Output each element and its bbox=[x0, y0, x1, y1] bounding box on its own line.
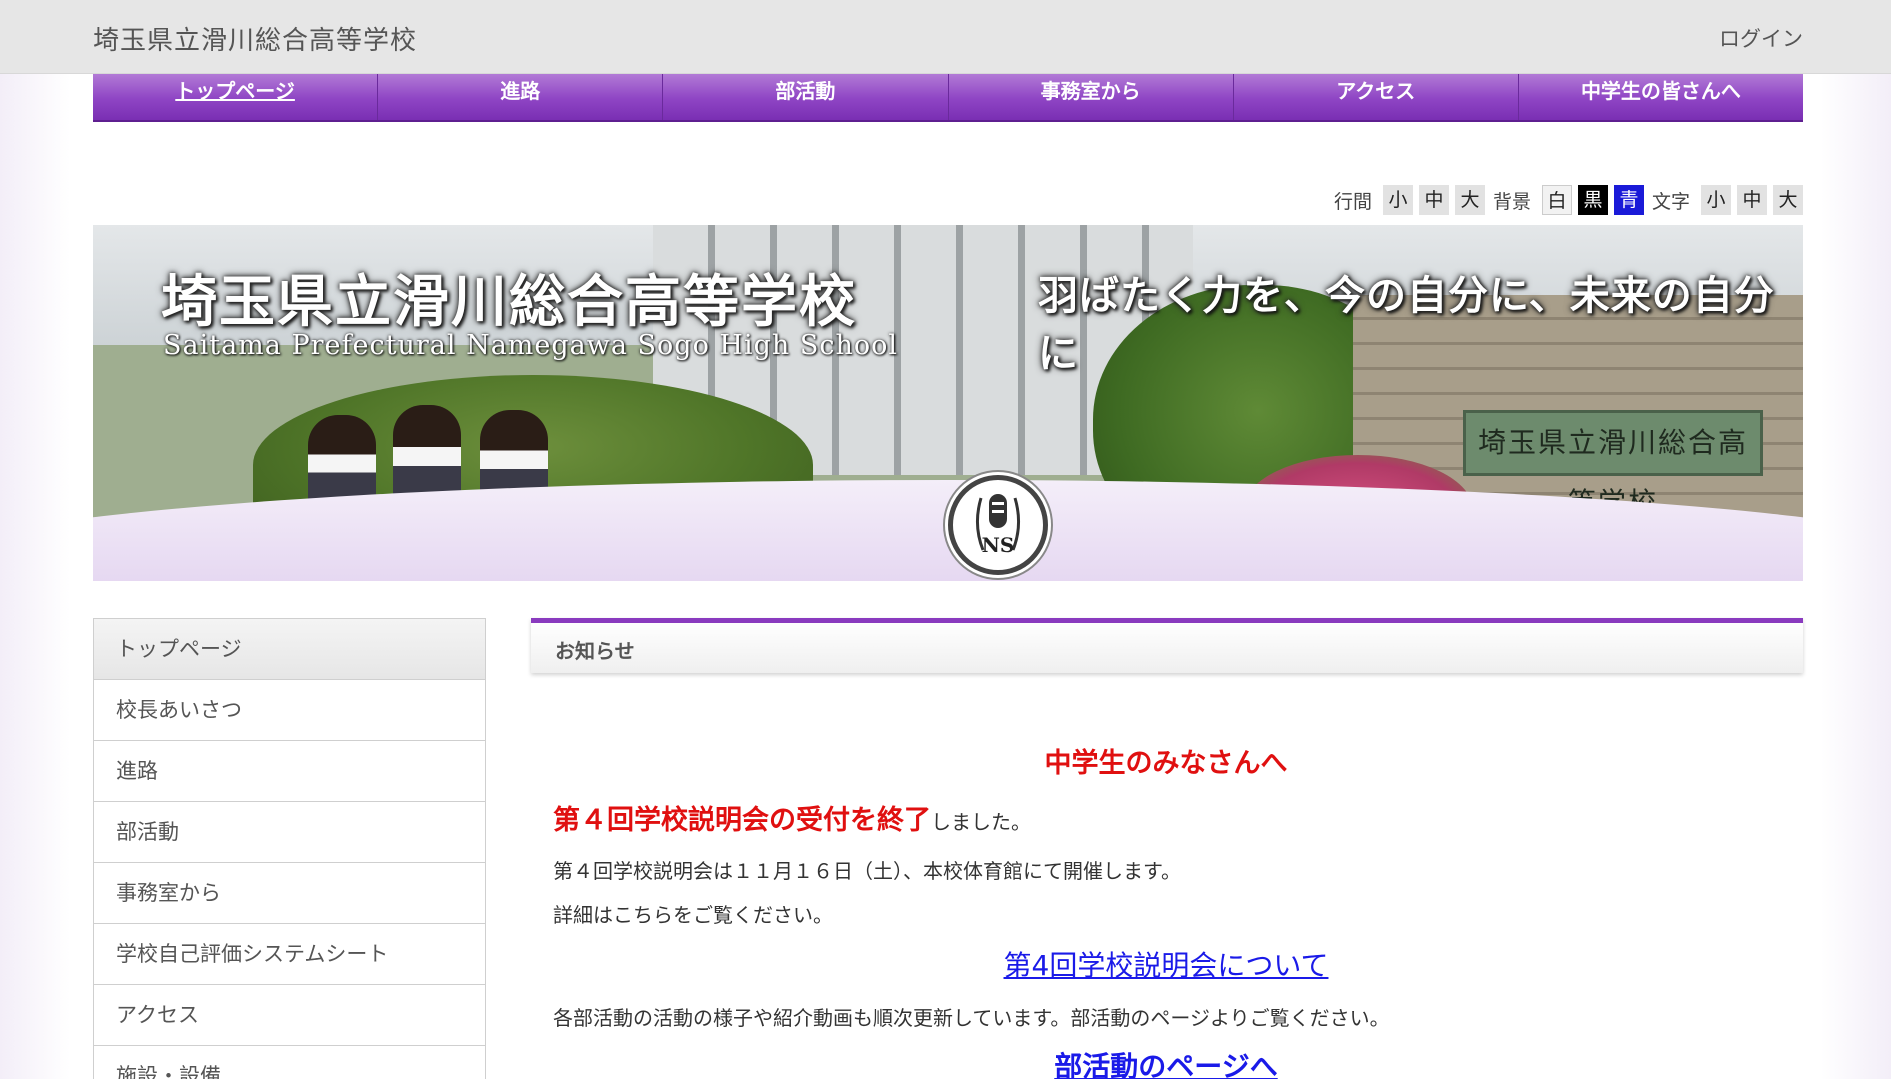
line-spacing-large-button[interactable]: 大 bbox=[1454, 185, 1485, 215]
hero-banner: 埼玉県立滑川総合高等学校 埼玉県立滑川総合高等学校 Saitama Prefec… bbox=[93, 225, 1803, 581]
notice-reception-closed-rest: しました。 bbox=[931, 810, 1031, 834]
notice-reception-closed-emphasis: 第４回学校説明会の受付を終了 bbox=[553, 805, 931, 836]
banner-school-plaque: 埼玉県立滑川総合高等学校 bbox=[1463, 410, 1763, 519]
text-size-large-button[interactable]: 大 bbox=[1773, 185, 1803, 215]
nav-item-office[interactable]: 事務室から bbox=[949, 74, 1234, 120]
sidebar-menu: トップページ 校長あいさつ 進路 部活動 事務室から 学校自己評価システムシート… bbox=[93, 618, 486, 1079]
sidebar-item-office[interactable]: 事務室から bbox=[94, 863, 485, 924]
banner-school-name: 埼玉県立滑川総合高等学校 bbox=[161, 269, 857, 335]
sidebar-item-career[interactable]: 進路 bbox=[94, 741, 485, 802]
background-black-button[interactable]: 黒 bbox=[1577, 185, 1608, 215]
banner-slogan: 羽ばたく力を、今の自分に、未来の自分に bbox=[1038, 272, 1775, 377]
notice-line-reception-closed: 第４回学校説明会の受付を終了しました。 bbox=[553, 798, 1779, 837]
nav-item-junior-high[interactable]: 中学生の皆さんへ bbox=[1519, 74, 1803, 120]
notice-heading: 中学生のみなさんへ bbox=[1044, 748, 1288, 779]
text-size-small-button[interactable]: 小 bbox=[1701, 185, 1731, 215]
sidebar-item-facilities[interactable]: 施設・設備 bbox=[94, 1046, 485, 1079]
nav-item-club-activities[interactable]: 部活動 bbox=[663, 74, 949, 120]
notice-header: お知らせ bbox=[531, 618, 1803, 673]
notice-line-event-date: 第４回学校説明会は１１月１６日（土）、本校体育館にて開催します。 bbox=[553, 859, 1181, 883]
background-white-button[interactable]: 白 bbox=[1541, 185, 1572, 215]
notice-line-club-updates: 各部活動の活動の様子や紹介動画も順次更新しています。部活動のページよりご覧くださ… bbox=[553, 1006, 1390, 1030]
notice-title: お知らせ bbox=[555, 639, 635, 663]
sidebar-item-self-evaluation[interactable]: 学校自己評価システムシート bbox=[94, 924, 485, 985]
top-bar: 埼玉県立滑川総合高等学校 ログイン bbox=[0, 0, 1891, 74]
sidebar-item-top-page[interactable]: トップページ bbox=[94, 619, 485, 680]
nav-item-access[interactable]: アクセス bbox=[1234, 74, 1519, 120]
banner-school-name-english: Saitama Prefectural Namegawa Sogo High S… bbox=[163, 330, 899, 361]
line-spacing-label: 行間 bbox=[1333, 190, 1372, 213]
briefing-session-link[interactable]: 第4回学校説明会について bbox=[553, 944, 1779, 984]
site-title[interactable]: 埼玉県立滑川総合高等学校 bbox=[93, 20, 417, 57]
global-nav: トップページ 進路 部活動 事務室から アクセス 中学生の皆さんへ bbox=[93, 74, 1803, 122]
background-label: 背景 bbox=[1492, 190, 1531, 213]
sidebar-item-club-activities[interactable]: 部活動 bbox=[94, 802, 485, 863]
text-size-medium-button[interactable]: 中 bbox=[1737, 185, 1767, 215]
club-activities-page-link[interactable]: 部活動のページへ bbox=[553, 1045, 1779, 1079]
line-spacing-small-button[interactable]: 小 bbox=[1382, 185, 1413, 215]
nav-item-top-page[interactable]: トップページ bbox=[93, 74, 379, 120]
accessibility-toolbar: 行間 小 中 大 背景 白 黒 青 文字 小 中 大 bbox=[1326, 185, 1803, 215]
background-blue-button[interactable]: 青 bbox=[1613, 185, 1644, 215]
emblem-graphic: NS bbox=[976, 494, 1020, 557]
emblem-letters: NS bbox=[982, 533, 1015, 557]
login-link[interactable]: ログイン bbox=[1719, 23, 1803, 53]
notice-line-details: 詳細はこちらをご覧ください。 bbox=[553, 903, 833, 927]
sidebar-item-principal-greeting[interactable]: 校長あいさつ bbox=[94, 680, 485, 741]
notice-content: 中学生のみなさんへ 第４回学校説明会の受付を終了しました。 第４回学校説明会は１… bbox=[553, 735, 1779, 1079]
line-spacing-medium-button[interactable]: 中 bbox=[1418, 185, 1449, 215]
text-size-label: 文字 bbox=[1651, 190, 1690, 213]
school-emblem-icon: NS bbox=[948, 475, 1048, 575]
sidebar-item-access[interactable]: アクセス bbox=[94, 985, 485, 1046]
nav-item-career[interactable]: 進路 bbox=[378, 74, 664, 120]
